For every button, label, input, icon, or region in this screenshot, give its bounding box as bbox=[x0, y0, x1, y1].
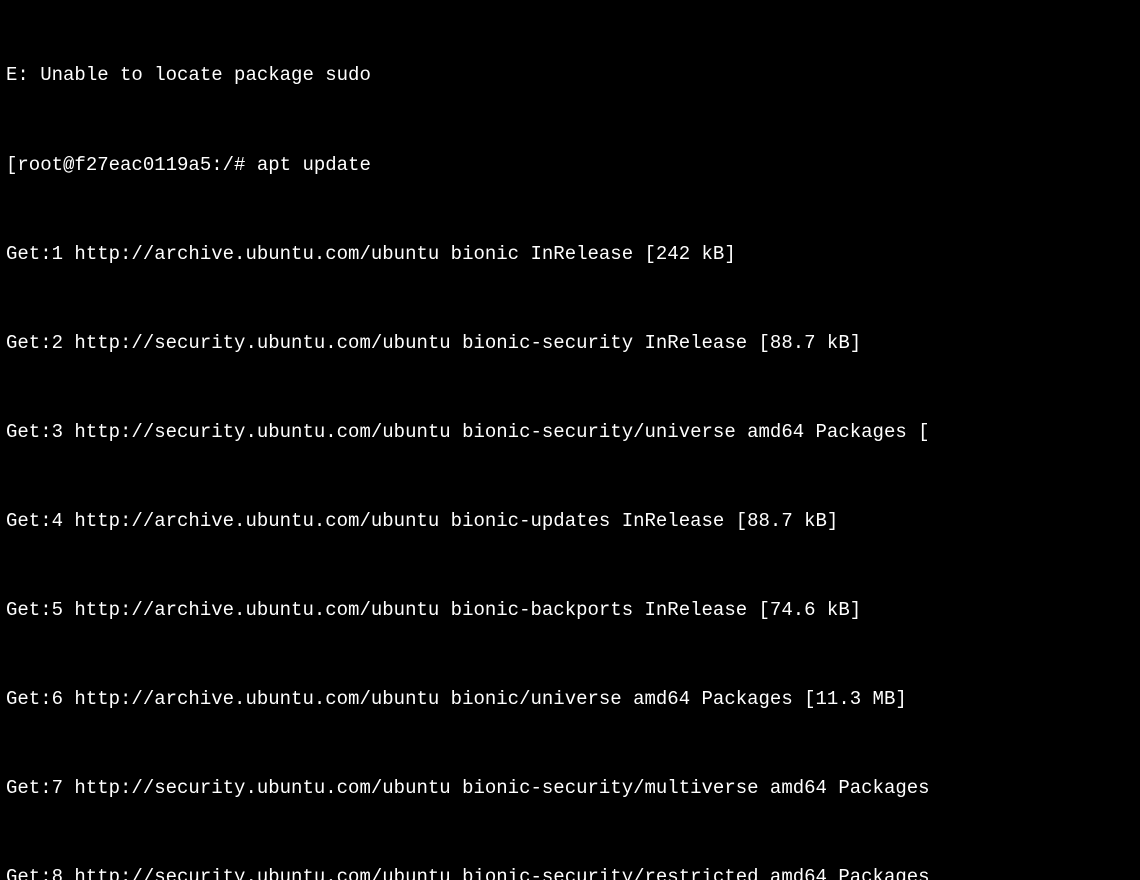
terminal-line: Get:2 http://security.ubuntu.com/ubuntu … bbox=[6, 329, 1140, 359]
terminal-line: Get:5 http://archive.ubuntu.com/ubuntu b… bbox=[6, 596, 1140, 626]
terminal-line: Get:8 http://security.ubuntu.com/ubuntu … bbox=[6, 863, 1140, 880]
terminal-line: Get:4 http://archive.ubuntu.com/ubuntu b… bbox=[6, 507, 1140, 537]
terminal-line: Get:1 http://archive.ubuntu.com/ubuntu b… bbox=[6, 240, 1140, 270]
terminal-line: Get:6 http://archive.ubuntu.com/ubuntu b… bbox=[6, 685, 1140, 715]
terminal-output[interactable]: E: Unable to locate package sudo [root@f… bbox=[0, 0, 1140, 880]
terminal-prompt-line: [root@f27eac0119a5:/# apt update bbox=[6, 151, 1140, 181]
terminal-line: Get:7 http://security.ubuntu.com/ubuntu … bbox=[6, 774, 1140, 804]
terminal-line: E: Unable to locate package sudo bbox=[6, 61, 1140, 91]
terminal-line: Get:3 http://security.ubuntu.com/ubuntu … bbox=[6, 418, 1140, 448]
